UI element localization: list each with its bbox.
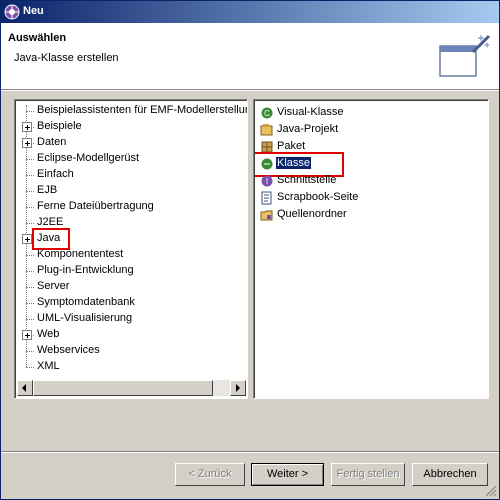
wizard-list-item-label: Paket (277, 140, 306, 152)
back-button[interactable]: < Zurück (175, 463, 245, 486)
tree-item-label: Plug-in-Entwicklung (37, 264, 134, 276)
next-button[interactable]: Weiter > (251, 463, 324, 486)
wizard-list-item-label: Visual-Klasse (277, 106, 344, 118)
visual-class-icon: C (260, 106, 274, 120)
title-bar[interactable]: Neu (1, 1, 499, 23)
expand-plus-icon[interactable] (22, 138, 32, 148)
wizard-list-item[interactable]: Quellenordner (258, 207, 458, 223)
expand-plus-icon[interactable] (22, 330, 32, 340)
tree-branch-line (26, 303, 34, 304)
arrow-right-icon (236, 384, 240, 392)
footer-separator (1, 451, 499, 453)
tree-item[interactable]: Beispielassistenten für EMF-Modellerstel… (16, 103, 247, 119)
scroll-right-button[interactable] (230, 380, 246, 396)
wizard-list-item-label: Schnittstelle (277, 174, 337, 186)
tree-branch-line (26, 367, 34, 368)
arrow-left-icon (22, 384, 26, 392)
java-project-icon (260, 123, 274, 137)
tree-item-label: Web (37, 328, 60, 340)
tree-item[interactable]: Einfach (16, 167, 247, 183)
tree-branch-line (26, 111, 34, 112)
wizard-list-item-label: Scrapbook-Seite (277, 191, 359, 203)
tree-item-label: Einfach (37, 168, 74, 180)
tree-item[interactable]: Daten (16, 135, 247, 151)
tree-item[interactable]: Ferne Dateiübertragung (16, 199, 247, 215)
tree-item-label: Komponententest (37, 248, 124, 260)
tree-branch-line (26, 287, 34, 288)
tree-item-label: J2EE (37, 216, 64, 228)
tree-branch-line (26, 207, 34, 208)
wizard-header: Auswählen Java-Klasse erstellen (1, 23, 499, 89)
source-folder-icon (260, 208, 274, 222)
tree-item-label: Server (37, 280, 70, 292)
tree-branch-line (26, 223, 34, 224)
tree-item[interactable]: Beispiele (16, 119, 247, 135)
tree-item-label: Symptomdatenbank (37, 296, 135, 308)
wizard-app-icon (4, 4, 20, 20)
tree-item-label: XML (37, 360, 60, 372)
tree-branch-line (26, 351, 34, 352)
tree-item[interactable]: XML (16, 359, 247, 375)
tree-item[interactable]: Server (16, 279, 247, 295)
category-tree[interactable]: Beispielassistenten für EMF-Modellerstel… (14, 99, 248, 399)
interface-icon: I (260, 174, 274, 188)
svg-text:I: I (266, 177, 268, 186)
tree-branch-line (26, 175, 34, 176)
tree-horizontal-scrollbar[interactable] (17, 380, 246, 396)
tree-item-label: EJB (37, 184, 58, 196)
tree-item[interactable]: EJB (16, 183, 247, 199)
tree-branch-line (26, 159, 34, 160)
tree-item[interactable]: Webservices (16, 343, 247, 359)
tree-item-label: Beispielassistenten für EMF-Modellerstel… (37, 104, 247, 116)
page-description: Java-Klasse erstellen (14, 52, 119, 64)
tree-item[interactable]: Komponententest (16, 247, 247, 263)
new-wizard-window: Neu Auswählen Java-Klasse erstellen Beis… (0, 0, 500, 500)
page-title: Auswählen (8, 32, 67, 44)
header-separator (1, 89, 499, 91)
finish-button[interactable]: Fertig stellen (331, 463, 405, 486)
expand-plus-icon[interactable] (22, 122, 32, 132)
scroll-left-button[interactable] (17, 380, 33, 396)
scrapbook-icon (260, 191, 274, 205)
wizard-list-item-label: Java-Projekt (277, 123, 339, 135)
expand-plus-icon[interactable] (22, 234, 32, 244)
tree-item-label: Daten (37, 136, 67, 148)
tree-branch-line (26, 319, 34, 320)
scroll-thumb[interactable] (33, 380, 213, 396)
cancel-button[interactable]: Abbrechen (412, 463, 488, 486)
tree-item[interactable]: Eclipse-Modellgerüst (16, 151, 247, 167)
wizard-list-item-label: Quellenordner (277, 208, 347, 220)
tree-item[interactable]: UML-Visualisierung (16, 311, 247, 327)
tree-branch-line (26, 191, 34, 192)
window-title: Neu (23, 5, 44, 17)
resize-grip-icon[interactable] (485, 485, 497, 497)
new-class-wizard-icon (439, 34, 491, 77)
wizard-list[interactable]: C Visual-Klasse Java-Projekt Paket Klasse I Sc… (253, 99, 489, 399)
tree-item-label: Eclipse-Modellgerüst (37, 152, 140, 164)
tree-branch-line (26, 255, 34, 256)
wizard-list-item[interactable]: Scrapbook-Seite (258, 190, 458, 206)
svg-text:C: C (264, 109, 270, 118)
tree-branch-line (26, 271, 34, 272)
tree-item-label: UML-Visualisierung (37, 312, 133, 324)
wizard-list-item[interactable]: C Visual-Klasse (258, 105, 458, 121)
wizard-list-item[interactable]: I Schnittstelle (258, 173, 458, 189)
tree-item-label: Webservices (37, 344, 100, 356)
tree-item[interactable]: Plug-in-Entwicklung (16, 263, 247, 279)
tree-item[interactable]: Web (16, 327, 247, 343)
tree-item-label: Ferne Dateiübertragung (37, 200, 154, 212)
wizard-list-item[interactable]: Java-Projekt (258, 122, 458, 138)
tree-item-label: Beispiele (37, 120, 82, 132)
tree-item[interactable]: Symptomdatenbank (16, 295, 247, 311)
